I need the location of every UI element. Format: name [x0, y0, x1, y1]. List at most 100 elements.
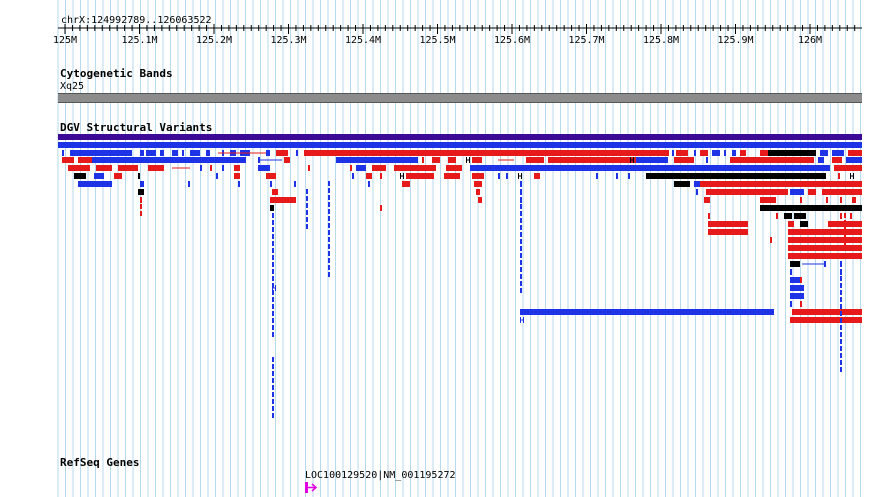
sv-feature[interactable]: [272, 385, 274, 390]
sv-feature[interactable]: [800, 277, 802, 283]
sv-feature[interactable]: [832, 150, 844, 156]
sv-feature[interactable]: [470, 165, 830, 171]
sv-feature[interactable]: [368, 181, 370, 187]
sv-feature[interactable]: [840, 353, 842, 358]
sv-feature[interactable]: [272, 364, 274, 369]
sv-feature[interactable]: [272, 269, 274, 274]
sv-feature[interactable]: [272, 413, 274, 418]
sv-feature[interactable]: [708, 229, 748, 235]
sv-feature[interactable]: [68, 165, 90, 171]
sv-feature[interactable]: [272, 248, 274, 253]
sv-feature[interactable]: [800, 301, 802, 307]
sv-feature[interactable]: [118, 165, 138, 171]
sv-feature[interactable]: [498, 173, 500, 179]
sv-feature[interactable]: [140, 204, 142, 209]
sv-feature[interactable]: [328, 272, 330, 277]
sv-feature[interactable]: [776, 213, 778, 219]
sv-feature[interactable]: [840, 269, 842, 274]
sv-feature[interactable]: [188, 181, 190, 187]
sv-feature[interactable]: [272, 399, 274, 404]
sv-feature[interactable]: [304, 150, 669, 156]
sv-feature[interactable]: [272, 227, 274, 232]
sv-feature[interactable]: [234, 165, 240, 171]
sv-feature[interactable]: [96, 165, 112, 171]
sv-feature[interactable]: [272, 189, 278, 195]
sv-feature[interactable]: [258, 165, 270, 171]
sv-feature[interactable]: [520, 181, 522, 187]
sv-feature[interactable]: [770, 237, 772, 243]
sv-feature[interactable]: [296, 150, 298, 156]
sv-feature[interactable]: [336, 157, 418, 163]
sv-feature[interactable]: [272, 213, 274, 218]
sv-feature[interactable]: [800, 221, 808, 227]
sv-feature[interactable]: [306, 210, 308, 215]
sv-feature[interactable]: [840, 332, 842, 337]
sv-feature[interactable]: [848, 150, 862, 156]
sv-feature[interactable]: [140, 181, 144, 187]
sv-breakpoint[interactable]: [400, 175, 404, 177]
sv-feature[interactable]: [272, 297, 274, 302]
sv-breakpoint[interactable]: [466, 159, 470, 161]
sv-feature[interactable]: [272, 406, 274, 411]
sv-feature[interactable]: [138, 189, 144, 195]
sv-breakpoint[interactable]: [518, 175, 522, 177]
sv-feature[interactable]: [520, 204, 522, 209]
sv-feature[interactable]: [520, 260, 522, 265]
sv-feature[interactable]: [272, 371, 274, 376]
sv-feature[interactable]: [472, 157, 482, 163]
sv-feature[interactable]: [160, 150, 164, 156]
sv-feature[interactable]: [520, 281, 522, 286]
sv-feature[interactable]: [284, 157, 290, 163]
sv-feature[interactable]: [840, 276, 842, 281]
sv-feature[interactable]: [328, 258, 330, 263]
sv-feature[interactable]: [820, 150, 828, 156]
sv-feature[interactable]: [674, 157, 694, 163]
sv-feature[interactable]: [760, 150, 768, 156]
sv-feature[interactable]: [700, 181, 862, 187]
sv-feature[interactable]: [788, 229, 862, 235]
sv-feature[interactable]: [272, 311, 274, 316]
sv-feature[interactable]: [732, 150, 736, 156]
sv-feature[interactable]: [78, 157, 92, 163]
sv-feature[interactable]: [838, 173, 840, 179]
sv-breakpoint[interactable]: [272, 287, 276, 289]
sv-feature[interactable]: [140, 197, 142, 202]
sv-feature[interactable]: [852, 197, 856, 203]
sv-feature[interactable]: [822, 189, 862, 195]
sv-feature[interactable]: [270, 205, 274, 211]
sv-feature[interactable]: [306, 196, 308, 201]
sv-feature[interactable]: [272, 255, 274, 260]
sv-feature[interactable]: [788, 221, 794, 227]
sv-feature[interactable]: [840, 318, 842, 323]
sv-feature[interactable]: [788, 237, 862, 243]
sv-feature[interactable]: [328, 251, 330, 256]
sv-feature[interactable]: [840, 339, 842, 344]
sv-feature[interactable]: [520, 246, 522, 251]
sv-feature[interactable]: [406, 173, 434, 179]
sv-feature[interactable]: [704, 197, 710, 203]
sv-feature[interactable]: [308, 165, 310, 171]
sv-feature[interactable]: [844, 241, 846, 246]
sv-feature[interactable]: [372, 165, 386, 171]
sv-feature[interactable]: [788, 245, 862, 251]
sv-feature[interactable]: [844, 213, 846, 218]
sv-feature[interactable]: [526, 157, 544, 163]
sv-feature[interactable]: [790, 301, 792, 307]
sv-feature[interactable]: [724, 150, 726, 156]
sv-feature[interactable]: [366, 173, 372, 179]
sv-feature[interactable]: [148, 165, 164, 171]
sv-feature[interactable]: [474, 181, 482, 187]
sv-breakpoint[interactable]: [850, 175, 854, 177]
sv-feature[interactable]: [790, 285, 804, 291]
sv-feature[interactable]: [760, 205, 862, 211]
sv-feature[interactable]: [520, 274, 522, 279]
sv-feature[interactable]: [824, 261, 826, 267]
sv-feature[interactable]: [700, 150, 708, 156]
sv-feature[interactable]: [328, 188, 330, 193]
sv-feature[interactable]: [182, 150, 184, 156]
sv-feature[interactable]: [676, 150, 688, 156]
sv-feature[interactable]: [258, 157, 260, 163]
sv-breakpoint[interactable]: [520, 319, 524, 321]
sv-feature[interactable]: [238, 181, 240, 187]
sv-feature[interactable]: [222, 165, 224, 171]
